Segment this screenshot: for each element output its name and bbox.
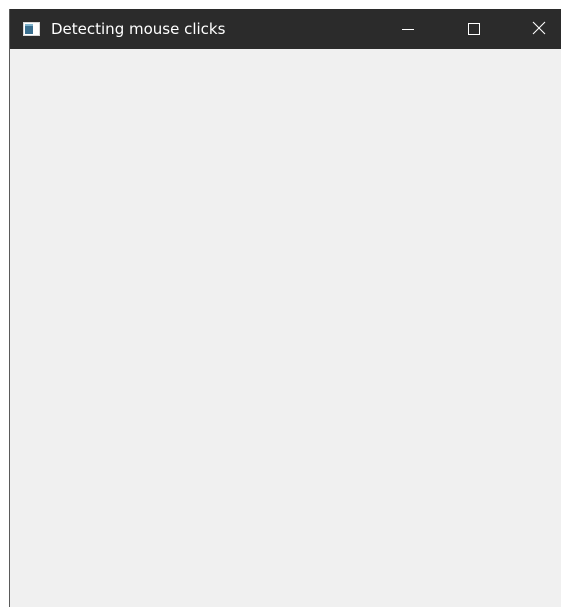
close-button[interactable] (517, 9, 561, 49)
minimize-icon (402, 20, 414, 39)
app-window-icon (23, 21, 40, 36)
title-bar[interactable]: Detecting mouse clicks (10, 9, 561, 49)
minimize-button[interactable] (385, 9, 431, 49)
maximize-button[interactable] (451, 9, 497, 49)
client-area[interactable] (10, 49, 561, 607)
app-window: Detecting mouse clicks (9, 9, 561, 607)
window-title: Detecting mouse clicks (51, 20, 226, 38)
maximize-icon (468, 20, 480, 39)
close-icon (532, 20, 546, 39)
